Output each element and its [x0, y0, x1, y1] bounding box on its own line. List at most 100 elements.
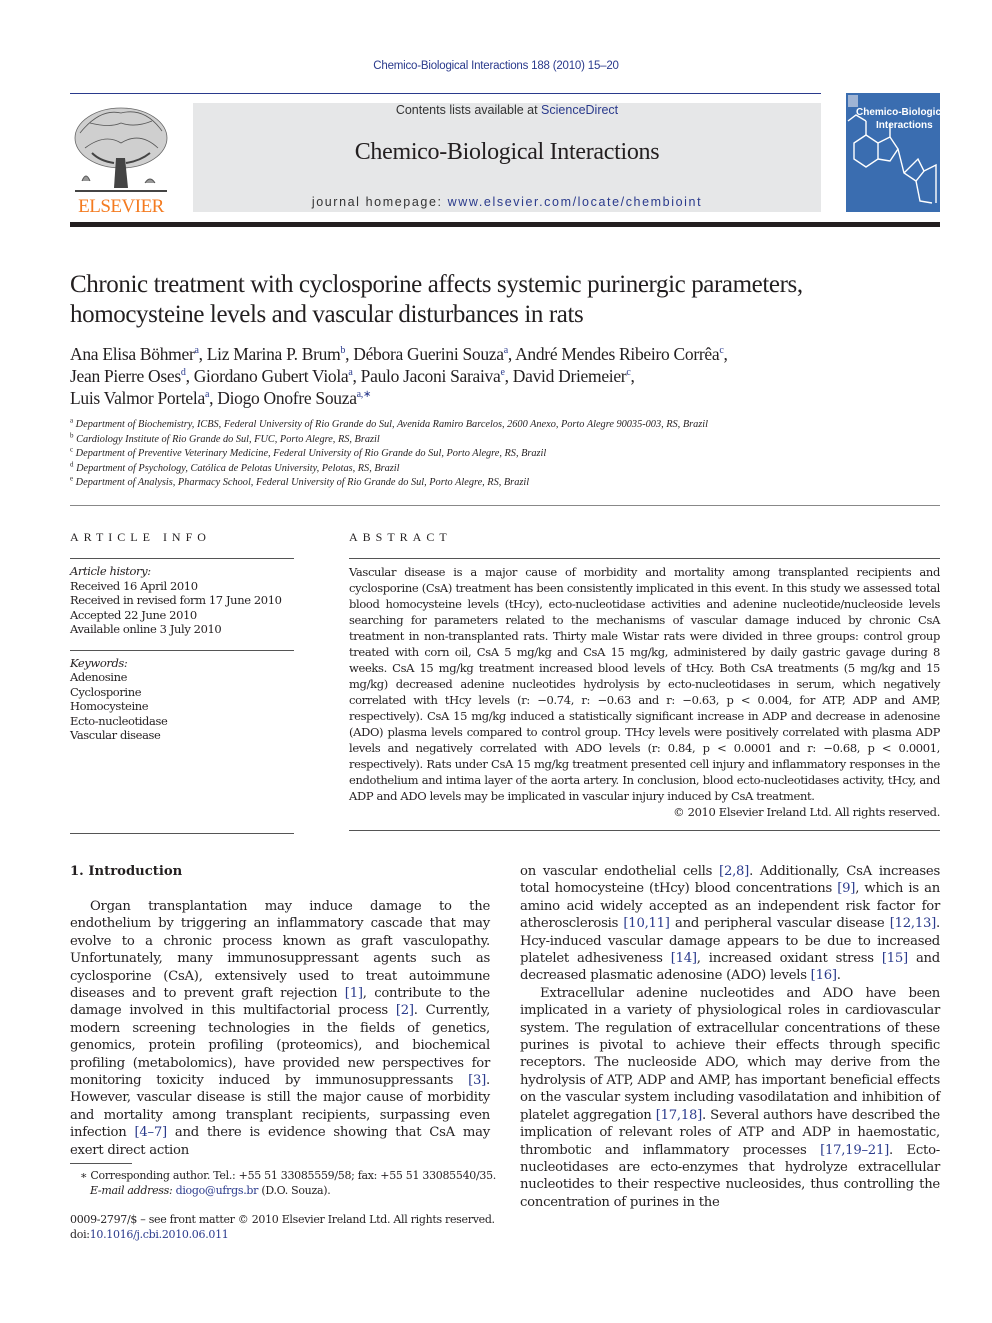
author-name[interactable]: Paulo Jaconi Saraiva: [361, 366, 501, 386]
info-rule: [70, 558, 294, 559]
issn-line: 0009-2797/$ – see front matter © 2010 El…: [70, 1213, 495, 1226]
abstract-bottom-rule: [349, 830, 940, 831]
affiliation-item: a Department of Biochemistry, ICBS, Fede…: [70, 416, 708, 430]
intro-paragraph-1: Organ transplantation may induce damage …: [70, 898, 490, 1159]
author-name[interactable]: Jean Pierre Oses: [70, 366, 181, 386]
affiliation-mark[interactable]: a: [504, 345, 508, 356]
publisher-name: ELSEVIER: [78, 196, 164, 217]
tree-icon: [74, 107, 168, 192]
citation-link[interactable]: [9]: [837, 881, 855, 896]
citation-link[interactable]: [14]: [671, 951, 697, 966]
affiliation-letter: d: [70, 460, 74, 469]
section-divider: [70, 505, 940, 506]
citation-link[interactable]: [15]: [882, 951, 908, 966]
history-item: Available online 3 July 2010: [70, 622, 222, 636]
affiliation-mark[interactable]: a: [194, 345, 198, 356]
citation-link[interactable]: [3]: [468, 1073, 486, 1088]
history-item: Received 16 April 2010: [70, 578, 198, 593]
elsevier-logo[interactable]: ELSEVIER: [70, 103, 172, 217]
citation-link[interactable]: [2,8]: [719, 864, 749, 879]
author-name[interactable]: Luis Valmor Portela: [70, 388, 205, 408]
email-label: E-mail address:: [90, 1184, 176, 1197]
article-info-label: ARTICLE INFO: [70, 530, 211, 544]
footnote-text: Corresponding author. Tel.: +55 51 33085…: [87, 1169, 496, 1182]
sciencedirect-link[interactable]: ScienceDirect: [541, 103, 618, 117]
keyword-item: Vascular disease: [70, 728, 161, 742]
doi-link[interactable]: 10.1016/j.cbi.2010.06.011: [90, 1228, 229, 1241]
running-head[interactable]: Chemico-Biological Interactions 188 (201…: [0, 60, 992, 72]
keywords-rule: [70, 649, 294, 651]
article-title: Chronic treatment with cyclosporine affe…: [70, 270, 950, 330]
citation-link[interactable]: [17,19–21]: [820, 1143, 889, 1158]
affiliation-item: b Cardiology Institute of Rio Grande do …: [70, 431, 380, 445]
abstract-label: ABSTRACT: [349, 530, 452, 544]
cover-title-line1: Chemico-Biological: [856, 107, 940, 118]
keyword-item: Homocysteine: [70, 699, 149, 713]
keywords-list: Adenosine Cyclosporine Homocysteine Ecto-nu…: [70, 670, 294, 743]
title-line-1: Chronic treatment with cyclosporine affe…: [70, 271, 803, 298]
citation-link[interactable]: [17,18]: [656, 1108, 703, 1123]
author-name[interactable]: Débora Guerini Souza: [353, 344, 504, 364]
email-suffix: (D.O. Souza).: [258, 1184, 331, 1197]
keyword-item: Ecto-nucleotidase: [70, 713, 168, 728]
email-link[interactable]: diogo@ufrgs.br: [176, 1184, 259, 1197]
author-name[interactable]: Ana Elisa Böhmer: [70, 344, 195, 364]
homepage-link[interactable]: www.elsevier.com/locate/chembioint: [448, 195, 703, 209]
abstract-copyright: © 2010 Elsevier Ireland Ltd. All rights …: [673, 805, 940, 819]
journal-name: Chemico-Biological Interactions: [354, 139, 660, 165]
front-matter: 0009-2797/$ – see front matter © 2010 El…: [70, 1212, 510, 1242]
citation-link[interactable]: [1]: [345, 986, 363, 1001]
section-heading-introduction: 1. Introduction: [70, 864, 183, 879]
keyword-item: Cyclosporine: [70, 684, 142, 699]
info-bottom-rule: [70, 832, 294, 834]
citation-link[interactable]: [4–7]: [135, 1125, 168, 1140]
journal-cover-image[interactable]: Chemico-Biological Interactions: [846, 93, 940, 212]
journal-masthead: Contents lists available at ScienceDirec…: [193, 103, 821, 212]
article-history: Article history: Received 16 April 2010 R…: [70, 564, 294, 637]
affiliation-mark[interactable]: c: [626, 367, 630, 378]
intro-paragraph-1-continued: on vascular endothelial cells [2,8]. Add…: [520, 863, 940, 985]
body-text: and peripheral vascular disease: [669, 916, 890, 932]
body-text: .: [836, 968, 841, 984]
body-text: on vascular endothelial cells: [520, 864, 720, 879]
citation-link[interactable]: [2]: [396, 1003, 414, 1018]
cover-title-line2: Interactions: [876, 120, 933, 131]
affiliation-mark[interactable]: c: [719, 345, 723, 356]
affiliation-mark[interactable]: b: [340, 345, 345, 356]
author-name[interactable]: David Driemeier: [513, 366, 627, 386]
affiliation-mark[interactable]: d: [181, 367, 186, 378]
author-name[interactable]: Giordano Gubert Viola: [194, 366, 349, 386]
affiliation-mark[interactable]: a,∗: [357, 389, 372, 400]
contents-prefix: Contents lists available at: [395, 103, 542, 117]
doi-prefix: doi:: [70, 1228, 90, 1241]
author-name[interactable]: Diogo Onofre Souza: [217, 388, 357, 408]
corresponding-author-footnote: ∗ Corresponding author. Tel.: +55 51 330…: [80, 1168, 500, 1198]
affiliation-letter: e: [70, 474, 74, 483]
citation-link[interactable]: [12,13]: [890, 916, 937, 931]
affiliation-letter: a: [70, 416, 74, 425]
citation-link[interactable]: [10,11]: [623, 916, 670, 931]
intro-paragraph-2: Extracellular adenine nucleotides and AD…: [520, 985, 940, 1211]
body-text: , increased oxidant stress: [696, 951, 882, 967]
homepage-prefix: journal homepage:: [311, 195, 448, 209]
contents-line: Contents lists available at ScienceDirec…: [193, 103, 821, 117]
citation-link[interactable]: [16]: [811, 968, 837, 983]
right-column: on vascular endothelial cells [2,8]. Add…: [520, 863, 940, 1211]
affiliation-item: c Department of Preventive Veterinary Me…: [70, 445, 547, 459]
author-name[interactable]: André Mendes Ribeiro Corrêa: [515, 344, 720, 364]
title-line-2: homocysteine levels and vascular disturb…: [70, 301, 584, 328]
affiliation-list: a Department of Biochemistry, ICBS, Fede…: [70, 416, 950, 491]
history-heading: Article history:: [70, 564, 151, 578]
abstract-text: Vascular disease is a major cause of mor…: [349, 565, 940, 803]
affiliation-item: e Department of Analysis, Pharmacy Schoo…: [70, 474, 530, 488]
homepage-line: journal homepage: www.elsevier.com/locat…: [193, 195, 821, 209]
affiliation-mark[interactable]: e: [500, 367, 504, 378]
keywords-heading: Keywords:: [70, 655, 128, 670]
keywords-block: Keywords: Adenosine Cyclosporine Homocyste…: [70, 656, 294, 743]
author-name[interactable]: Liz Marina P. Brum: [207, 344, 341, 364]
abstract-rule: [349, 558, 940, 559]
footnote-rule: [70, 1163, 132, 1164]
affiliation-item: d Department of Psychology, Católica de …: [70, 460, 400, 474]
affiliation-mark[interactable]: a: [348, 367, 352, 378]
affiliation-mark[interactable]: a: [205, 389, 209, 400]
